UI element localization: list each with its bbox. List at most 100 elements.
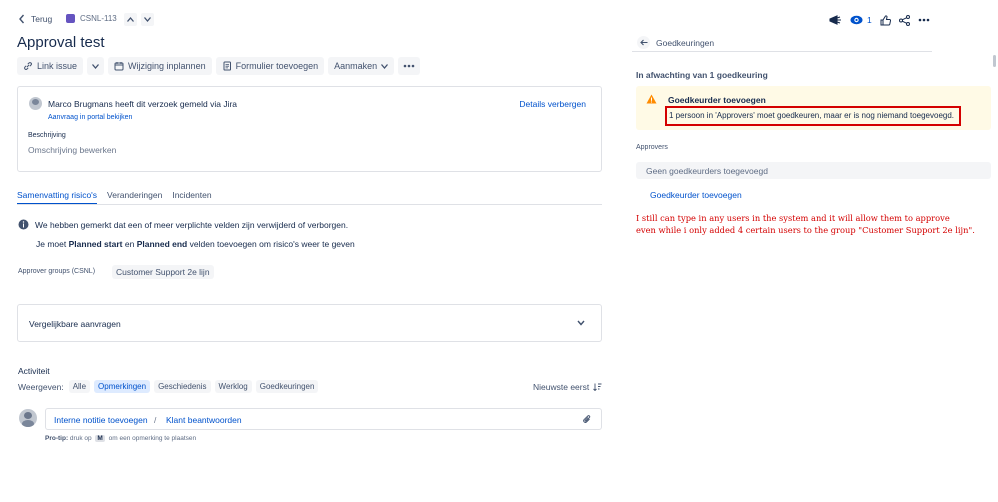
similar-requests-panel[interactable]: Vergelijkbare aanvragen [17,304,602,342]
chevron-down-icon [92,63,100,69]
notice-line-1: We hebben gemerkt dat een of meer verpli… [18,219,348,230]
pending-approvals-heading: In afwachting van 1 goedkeuring [636,70,768,80]
chevron-up-icon [127,17,134,22]
form-icon [223,61,231,71]
filter-history[interactable]: Geschiedenis [154,380,211,393]
sort-icon [593,383,602,391]
create-label: Aanmaken [334,61,378,71]
add-form-button[interactable]: Formulier toevoegen [215,57,325,75]
reporter-name[interactable]: Marco Brugmans [48,99,113,109]
header-actions: 1 [829,14,930,26]
approvals-back-button[interactable] [637,36,650,49]
notice-text-1: We hebben gemerkt dat een of meer verpli… [35,219,349,230]
approvals-header-divider [632,51,932,52]
reporter-line: Marco Brugmans heeft dit verzoek gemeld … [48,99,237,109]
approvers-label: Approvers [636,144,668,151]
schedule-change-button[interactable]: Wijziging inplannen [108,57,212,75]
tab-bar: Samenvatting risico's Veranderingen Inci… [17,190,212,205]
channel: Jira [223,99,238,109]
back-button[interactable]: Terug [18,14,52,24]
protip-post: om een opmerking te plaatsen [108,435,197,442]
approver-groups-label: Approver groups (CSNL) [18,268,96,275]
avatar [19,409,37,427]
issue-key: CSNL-113 [80,14,117,23]
feedback-icon[interactable] [829,14,842,26]
warning-title: Goedkeurder toevoegen [668,95,766,105]
previous-issue-button[interactable] [124,13,137,26]
issue-key-link[interactable]: CSNL-113 [66,14,117,23]
chevron-left-icon [19,14,25,24]
link-issue-button[interactable]: Link issue [17,57,84,75]
tab-divider [17,204,602,205]
notice-post: velden toevoegen om risico's weer te gev… [189,239,355,249]
approver-groups-value[interactable]: Customer Support 2e lijn [112,265,214,279]
watch-button[interactable]: 1 [850,15,872,25]
hide-details-link[interactable]: Details verbergen [519,99,586,109]
notice-and: en [124,239,135,249]
filter-approvals[interactable]: Goedkeuringen [255,380,319,393]
more-icon[interactable] [918,18,930,22]
tab-risk-summary[interactable]: Samenvatting risico's [17,190,98,205]
activity-filters: Weergeven: Alle Opmerkingen Geschiedenis… [18,380,319,393]
internal-note-link[interactable]: Interne notitie toevoegen [54,415,148,425]
scrollbar[interactable] [993,55,996,67]
filter-worklog[interactable]: Werklog [214,380,252,393]
more-actions-button[interactable] [398,57,421,75]
attachment-icon[interactable] [582,414,592,425]
chevron-down-icon[interactable] [577,320,585,326]
share-icon[interactable] [898,14,910,26]
calendar-icon [114,62,124,71]
issue-type-icon [66,14,75,23]
avatar [29,97,42,110]
chevron-down-icon [381,63,389,69]
annotation-line-1: I still can type in any users in the sys… [636,213,950,223]
annotation-line-2: even while i only added 4 certain users … [636,225,975,235]
reply-customer-link[interactable]: Klant beantwoorden [166,415,242,425]
eye-icon [850,15,863,25]
create-button[interactable]: Aanmaken [328,57,395,75]
filter-comments[interactable]: Opmerkingen [94,380,151,393]
protip-pre: druk op [69,435,92,442]
info-icon [18,219,29,230]
link-issue-menu-button[interactable] [87,57,105,75]
protip-label: Pro-tip: [45,435,69,442]
add-form-label: Formulier toevoegen [235,61,319,71]
protip: Pro-tip: druk op M om een opmerking te p… [45,435,196,442]
watch-count: 1 [867,15,872,25]
protip-key: M [95,435,105,442]
link-icon [24,62,32,70]
notice-line-2: Je moet Planned start en Planned end vel… [36,239,355,249]
sort-label: Nieuwste eerst [533,382,590,392]
comment-box[interactable]: Interne notitie toevoegen / Klant beantw… [45,408,602,430]
filter-all[interactable]: Alle [68,380,91,393]
more-icon [403,64,415,68]
description-label: Beschrijving [28,132,66,139]
sort-button[interactable]: Nieuwste eerst [533,382,602,392]
tab-changes[interactable]: Veranderingen [107,190,162,205]
show-label: Weergeven: [18,381,64,392]
warning-banner: Goedkeurder toevoegen 1 persoon in 'Appr… [636,86,991,130]
warning-text: 1 persoon in 'Approvers' moet goedkeuren… [669,111,955,120]
thumbs-up-icon[interactable] [880,14,891,26]
page-title[interactable]: Approval test [17,34,105,51]
description-field[interactable]: Omschrijving bewerken [28,145,116,155]
tab-incidents[interactable]: Incidenten [172,190,211,205]
notice-pre: Je moet [36,239,67,249]
arrow-left-icon [639,39,647,46]
similar-requests-label: Vergelijkbare aanvragen [29,319,121,329]
field-planned-start: Planned start [68,239,123,249]
approvers-field[interactable]: Geen goedkeurders toegevoegd [636,162,991,179]
chevron-down-icon [144,17,151,22]
link-issue-label: Link issue [37,61,78,71]
reported-text: heeft dit verzoek gemeld via [115,99,221,109]
approvals-title: Goedkeuringen [656,38,715,48]
add-approver-link[interactable]: Goedkeurder toevoegen [650,190,742,200]
schedule-change-label: Wijziging inplannen [128,61,206,71]
annotation-note: I still can type in any users in the sys… [636,212,975,236]
portal-link[interactable]: Aanvraag in portal bekijken [48,114,132,121]
field-planned-end: Planned end [136,239,188,249]
comment-separator: / [154,415,157,425]
activity-title: Activiteit [18,366,50,376]
warning-icon [646,94,657,104]
next-issue-button[interactable] [141,13,154,26]
